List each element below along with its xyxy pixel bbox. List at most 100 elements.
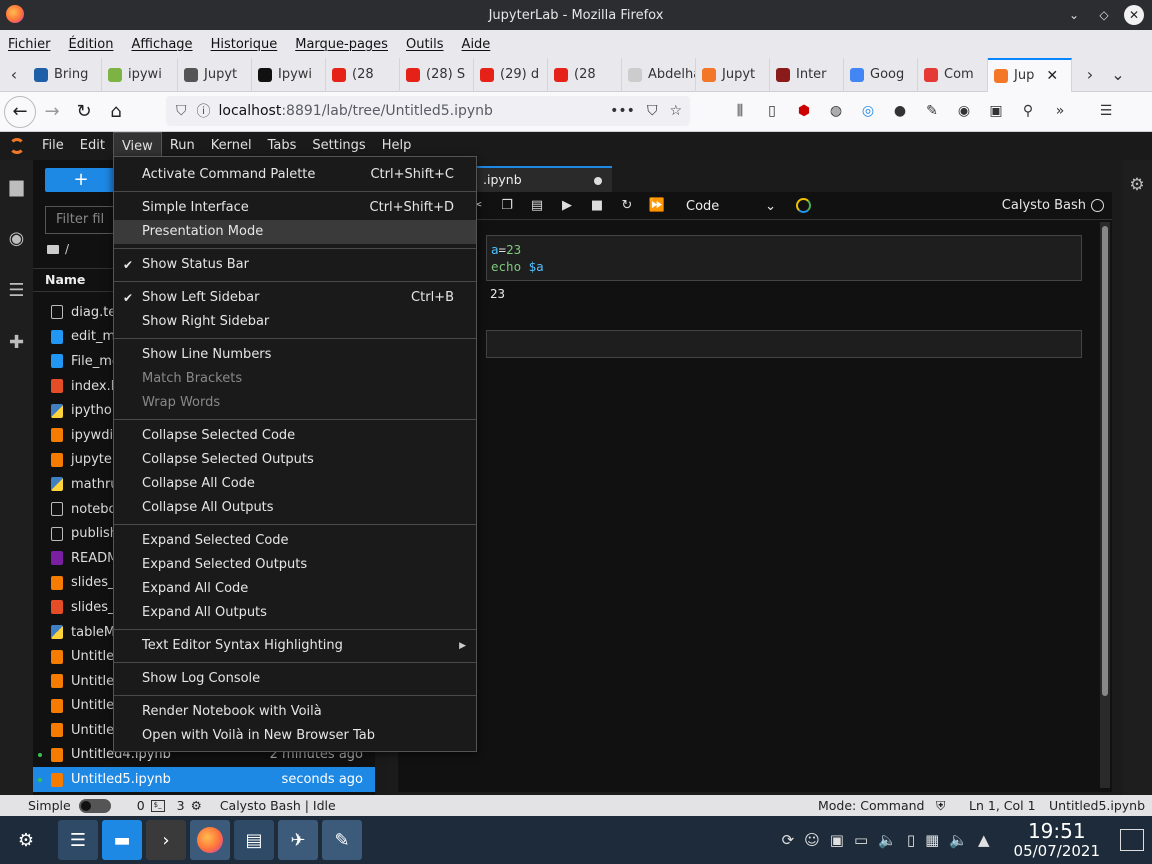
pocket-icon[interactable]: ⛉ xyxy=(647,103,658,119)
kernel-gear-icon[interactable]: ⚙ xyxy=(191,798,202,813)
text-editor-app-icon[interactable]: ▤ xyxy=(234,820,274,860)
view-menu-item[interactable]: Collapse All Outputs xyxy=(114,496,476,520)
network-app-icon[interactable]: ✈ xyxy=(278,820,318,860)
update-icon[interactable]: ⟳ xyxy=(782,831,795,849)
terminal-icon[interactable]: $_ xyxy=(150,799,165,812)
firefox-menu-item[interactable]: Aide xyxy=(462,37,491,52)
overflow-icon[interactable]: » xyxy=(1048,96,1072,126)
network-icon[interactable]: ▦ xyxy=(925,831,939,849)
notebook-tab[interactable]: .ipynb xyxy=(477,166,612,192)
clock[interactable]: 19:51 05/07/2021 xyxy=(1014,820,1100,860)
browser-tab[interactable]: Inter xyxy=(770,57,844,92)
browser-tab[interactable]: (28 xyxy=(548,57,622,92)
kernel-status-text[interactable]: Calysto Bash | Idle xyxy=(220,798,336,813)
toc-icon[interactable]: ☰ xyxy=(0,264,33,316)
globe-icon[interactable]: ◍ xyxy=(824,96,848,126)
close-icon[interactable]: ✕ xyxy=(1124,5,1144,25)
tabs-list-icon[interactable]: ⌄ xyxy=(1104,65,1132,84)
view-menu-item[interactable]: Show Log Console xyxy=(114,667,476,691)
new-launcher-button[interactable]: + xyxy=(45,168,117,192)
running-icon[interactable]: ◉ xyxy=(0,212,33,264)
minimize-icon[interactable]: ⌄ xyxy=(1064,5,1084,25)
extension-bike-icon[interactable]: ⚲ xyxy=(1016,96,1040,126)
stop-icon[interactable]: ■ xyxy=(582,198,612,213)
view-menu-item[interactable]: Expand All Outputs xyxy=(114,601,476,625)
ublock-icon[interactable]: ⬢ xyxy=(792,96,816,126)
firefox-app-icon[interactable] xyxy=(190,820,230,860)
breadcrumb[interactable]: / xyxy=(47,242,69,256)
user-icon[interactable]: ☺ xyxy=(804,831,820,849)
view-menu-item[interactable]: Text Editor Syntax Highlighting ▶ xyxy=(114,634,476,658)
extension-tool-icon[interactable]: ✎ xyxy=(920,96,944,126)
unsaved-indicator-icon[interactable] xyxy=(594,177,602,185)
browser-tab[interactable]: Bring xyxy=(28,57,102,92)
firefox-menu-item[interactable]: Historique xyxy=(211,37,278,52)
view-menu-item[interactable]: Collapse Selected Code xyxy=(114,424,476,448)
kernel-count[interactable]: 3 xyxy=(177,798,185,813)
view-menu-item[interactable]: Show Line Numbers xyxy=(114,343,476,367)
tray-expand-icon[interactable]: ▲ xyxy=(978,831,990,849)
empty-code-cell[interactable] xyxy=(486,330,1082,358)
view-menu-item[interactable]: Activate Command Palette Ctrl+Shift+C xyxy=(114,163,476,187)
view-menu-item[interactable]: Presentation Mode xyxy=(114,220,476,244)
battery-icon[interactable]: ▭ xyxy=(854,831,868,849)
tab-close-icon[interactable]: ✕ xyxy=(1046,68,1058,84)
settings-app-icon[interactable]: ☰ xyxy=(58,820,98,860)
bookmark-star-icon[interactable]: ☆ xyxy=(669,103,682,119)
view-menu-item[interactable]: Expand Selected Code xyxy=(114,529,476,553)
device-icon[interactable]: ▯ xyxy=(907,831,915,849)
forward-icon[interactable]: → xyxy=(36,96,68,128)
browser-tab[interactable]: (28) S xyxy=(400,57,474,92)
file-manager-icon[interactable]: ▬ xyxy=(102,820,142,860)
extension-image-icon[interactable]: ▣ xyxy=(984,96,1008,126)
info-icon[interactable]: ⓘ xyxy=(197,101,211,121)
view-menu-item[interactable]: Expand All Code xyxy=(114,577,476,601)
copy-icon[interactable]: ❐ xyxy=(492,198,522,213)
jupyter-menu-file[interactable]: File xyxy=(34,132,72,160)
run-icon[interactable]: ▶ xyxy=(552,198,582,213)
url-bar[interactable]: ⛉ ⓘ localhost:8891/lab/tree/Untitled5.ip… xyxy=(166,96,690,126)
firefox-menu-item[interactable]: Édition xyxy=(69,37,114,52)
extension-dots-icon[interactable]: ● xyxy=(888,96,912,126)
shield-icon[interactable]: ⛉ xyxy=(176,103,187,119)
library-icon[interactable]: ⫼ xyxy=(728,96,752,126)
cell-type-select[interactable]: Code ⌄ xyxy=(686,196,776,216)
jupyter-menu-edit[interactable]: Edit xyxy=(72,132,113,160)
tabs-scroll-left-icon[interactable]: ‹ xyxy=(0,65,28,84)
home-icon[interactable]: ⌂ xyxy=(100,96,132,128)
run-all-icon[interactable]: ⏩ xyxy=(642,198,672,213)
browser-tab[interactable]: Ipywi xyxy=(252,57,326,92)
view-menu-item[interactable]: Collapse All Code xyxy=(114,472,476,496)
view-menu-item[interactable]: Simple Interface Ctrl+Shift+D xyxy=(114,196,476,220)
view-menu-item[interactable]: Open with Voilà in New Browser Tab xyxy=(114,724,476,748)
browser-tab[interactable]: Goog xyxy=(844,57,918,92)
browser-tab[interactable]: ipywi xyxy=(102,57,178,92)
audio-icon[interactable]: 🔈 xyxy=(949,831,968,849)
view-menu-item[interactable]: Render Notebook with Voilà xyxy=(114,700,476,724)
clipboard-icon[interactable]: ▣ xyxy=(830,831,844,849)
page-actions-icon[interactable]: ••• xyxy=(610,103,635,119)
terminal-count[interactable]: 0 xyxy=(137,798,145,813)
kernel-name[interactable]: Calysto Bash xyxy=(1002,198,1086,213)
sidebar-icon[interactable]: ▯ xyxy=(760,96,784,126)
hamburger-menu-icon[interactable]: ☰ xyxy=(1094,96,1118,126)
file-row[interactable]: Untitled5.ipynb seconds ago xyxy=(33,767,375,792)
extension-circle-icon[interactable]: ◎ xyxy=(856,96,880,126)
restart-icon[interactable]: ↻ xyxy=(612,198,642,213)
browser-tab[interactable]: Abdelhal xyxy=(622,57,696,92)
browser-tab[interactable]: Jupyt xyxy=(696,57,770,92)
terminal-app-icon[interactable]: › xyxy=(146,820,186,860)
browser-tab[interactable]: (28 xyxy=(326,57,400,92)
tabs-scroll-right-icon[interactable]: › xyxy=(1076,65,1104,84)
firefox-menu-item[interactable]: Fichier xyxy=(8,37,51,52)
view-menu-item[interactable]: Collapse Selected Outputs xyxy=(114,448,476,472)
breadcrumb-root[interactable]: / xyxy=(65,242,69,256)
firefox-menu-item[interactable]: Affichage xyxy=(131,37,192,52)
browser-tab[interactable]: (29) d xyxy=(474,57,548,92)
view-menu-item[interactable]: Expand Selected Outputs xyxy=(114,553,476,577)
view-menu-item[interactable]: ✔ Show Status Bar xyxy=(114,253,476,277)
show-desktop-icon[interactable] xyxy=(1120,829,1144,851)
folder-icon[interactable]: ▆ xyxy=(0,160,33,212)
view-menu-item[interactable]: Show Right Sidebar xyxy=(114,310,476,334)
firefox-menu-item[interactable]: Outils xyxy=(406,37,444,52)
